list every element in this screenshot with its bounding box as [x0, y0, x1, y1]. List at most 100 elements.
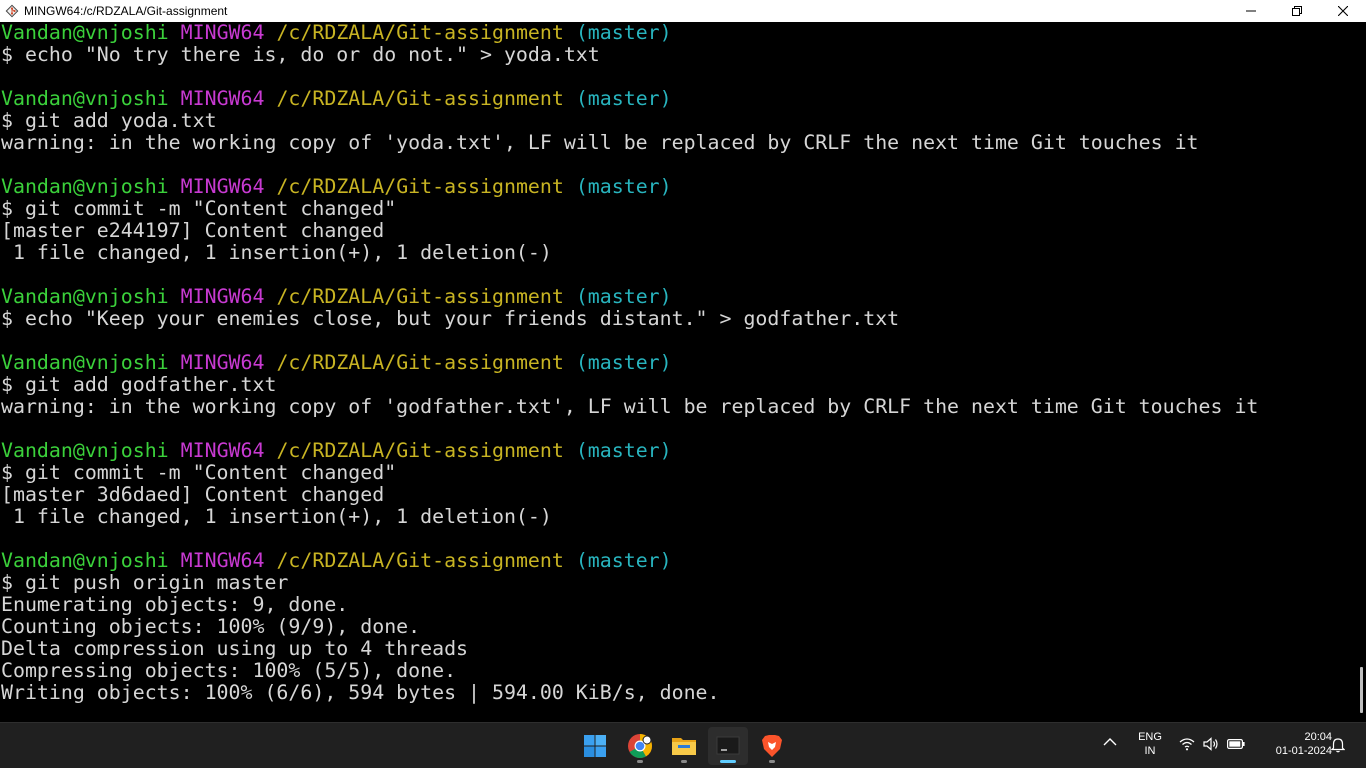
prompt-user-host: Vandan@vnjoshi [1, 285, 181, 308]
wifi-status[interactable] [1179, 737, 1195, 751]
brave-running-indicator [769, 760, 775, 763]
prompt-path: /c/RDZALA/Git-assignment [276, 22, 564, 44]
clock-date: 01-01-2024 [1275, 745, 1332, 757]
folder-icon [672, 738, 696, 755]
scrollbar-thumb[interactable] [1360, 667, 1363, 713]
prompt-path: /c/RDZALA/Git-assignment [276, 175, 564, 198]
terminal-line: Counting objects: 100% (9/9), done. [1, 616, 1354, 638]
terminal-scrollbar[interactable] [1354, 22, 1366, 722]
terminal-line: [master 3d6daed] Content changed [1, 484, 1354, 506]
taskbar-brave[interactable] [752, 727, 792, 765]
minimize-icon [1246, 10, 1256, 12]
minimize-button[interactable] [1228, 0, 1274, 22]
prompt-branch: (master) [563, 175, 672, 198]
terminal-text: Counting objects: 100% (9/9), done. [1, 615, 421, 638]
prompt-system: MINGW64 [180, 351, 277, 374]
prompt-system: MINGW64 [180, 22, 277, 44]
terminal-line: Vandan@vnjoshi MINGW64 /c/RDZALA/Git-ass… [1, 88, 1354, 110]
show-hidden-icons-button[interactable] [1103, 737, 1117, 747]
terminal-line: Vandan@vnjoshi MINGW64 /c/RDZALA/Git-ass… [1, 352, 1354, 374]
terminal-line: $ git commit -m "Content changed" [1, 462, 1354, 484]
prompt-path: /c/RDZALA/Git-assignment [276, 87, 564, 110]
clock-time: 20:04 [1304, 731, 1332, 743]
terminal-output[interactable]: Vandan@vnjoshi MINGW64 /c/RDZALA/Git-ass… [0, 22, 1354, 722]
prompt-system: MINGW64 [180, 87, 277, 110]
terminal-text: $ echo "Keep your enemies close, but you… [1, 307, 900, 330]
git-bash-active-indicator [720, 760, 736, 763]
explorer-running-indicator [681, 760, 687, 763]
prompt-path: /c/RDZALA/Git-assignment [276, 351, 564, 374]
terminal-line: 1 file changed, 1 insertion(+), 1 deleti… [1, 242, 1354, 264]
terminal-text: 1 file changed, 1 insertion(+), 1 deleti… [1, 505, 552, 528]
restore-icon [1292, 6, 1302, 16]
prompt-system: MINGW64 [180, 549, 277, 572]
prompt-path: /c/RDZALA/Git-assignment [276, 549, 564, 572]
terminal-text: Writing objects: 100% (6/6), 594 bytes |… [1, 681, 720, 704]
battery-status[interactable] [1227, 739, 1245, 749]
terminal-line: Vandan@vnjoshi MINGW64 /c/RDZALA/Git-ass… [1, 440, 1354, 462]
terminal-line: $ git push origin master [1, 572, 1354, 594]
window-controls [1228, 0, 1366, 22]
prompt-branch: (master) [563, 285, 672, 308]
bell-icon [1331, 738, 1345, 753]
window-title: MINGW64:/c/RDZALA/Git-assignment [24, 4, 228, 18]
notifications-button[interactable] [1331, 737, 1345, 753]
prompt-branch: (master) [563, 22, 672, 44]
terminal-text: [master e244197] Content changed [1, 219, 385, 242]
taskbar-file-explorer[interactable] [664, 727, 704, 765]
taskbar-git-bash[interactable] [708, 727, 748, 765]
volume-control[interactable] [1203, 737, 1219, 751]
terminal-line: warning: in the working copy of 'yoda.tx… [1, 132, 1354, 154]
terminal-text: warning: in the working copy of 'yoda.tx… [1, 131, 1199, 154]
terminal-text: $ git commit -m "Content changed" [1, 197, 397, 220]
terminal-line: warning: in the working copy of 'godfath… [1, 396, 1354, 418]
prompt-system: MINGW64 [180, 285, 277, 308]
terminal-line: $ git commit -m "Content changed" [1, 198, 1354, 220]
terminal-line: Vandan@vnjoshi MINGW64 /c/RDZALA/Git-ass… [1, 176, 1354, 198]
terminal-text: $ git commit -m "Content changed" [1, 461, 397, 484]
chrome-running-indicator [637, 760, 643, 763]
windows-logo-icon [584, 735, 606, 757]
taskbar-chrome[interactable] [620, 727, 660, 765]
terminal-line: Vandan@vnjoshi MINGW64 /c/RDZALA/Git-ass… [1, 550, 1354, 572]
window-title-bar[interactable]: MINGW64:/c/RDZALA/Git-assignment [0, 0, 1366, 22]
terminal-text: Delta compression using up to 4 threads [1, 637, 469, 660]
terminal-line: 1 file changed, 1 insertion(+), 1 deleti… [1, 506, 1354, 528]
taskbar: ENG IN 20:04 01-01-2024 [0, 722, 1366, 768]
language-code: ENG [1138, 731, 1162, 743]
terminal-line: Compressing objects: 100% (5/5), done. [1, 660, 1354, 682]
prompt-branch: (master) [563, 439, 672, 462]
region-code: IN [1144, 745, 1156, 757]
terminal-line: $ echo "No try there is, do or do not." … [1, 44, 1354, 66]
terminal-text: warning: in the working copy of 'godfath… [1, 395, 1259, 418]
prompt-user-host: Vandan@vnjoshi [1, 439, 181, 462]
terminal-text: 1 file changed, 1 insertion(+), 1 deleti… [1, 241, 552, 264]
wifi-icon [1179, 738, 1195, 751]
terminal-text: $ git add yoda.txt [1, 109, 217, 132]
prompt-user-host: Vandan@vnjoshi [1, 22, 181, 44]
terminal-text: Enumerating objects: 9, done. [1, 593, 349, 616]
terminal-text: [master 3d6daed] Content changed [1, 483, 385, 506]
restore-button[interactable] [1274, 0, 1320, 22]
terminal-line: Vandan@vnjoshi MINGW64 /c/RDZALA/Git-ass… [1, 22, 1354, 44]
prompt-system: MINGW64 [180, 175, 277, 198]
prompt-user-host: Vandan@vnjoshi [1, 351, 181, 374]
terminal-text: $ echo "No try there is, do or do not." … [1, 43, 600, 66]
terminal-line: Delta compression using up to 4 threads [1, 638, 1354, 660]
terminal-line: Writing objects: 100% (6/6), 594 bytes |… [1, 682, 1354, 704]
clock[interactable]: 20:04 01-01-2024 [1252, 731, 1332, 757]
terminal-icon [716, 736, 740, 755]
prompt-system: MINGW64 [180, 439, 277, 462]
prompt-user-host: Vandan@vnjoshi [1, 87, 181, 110]
start-button[interactable] [575, 727, 615, 765]
terminal-text: Compressing objects: 100% (5/5), done. [1, 659, 457, 682]
close-icon [1338, 6, 1348, 16]
brave-lion-icon [762, 735, 782, 757]
language-indicator[interactable]: ENG IN [1133, 731, 1167, 757]
close-button[interactable] [1320, 0, 1366, 22]
battery-icon [1227, 739, 1245, 749]
